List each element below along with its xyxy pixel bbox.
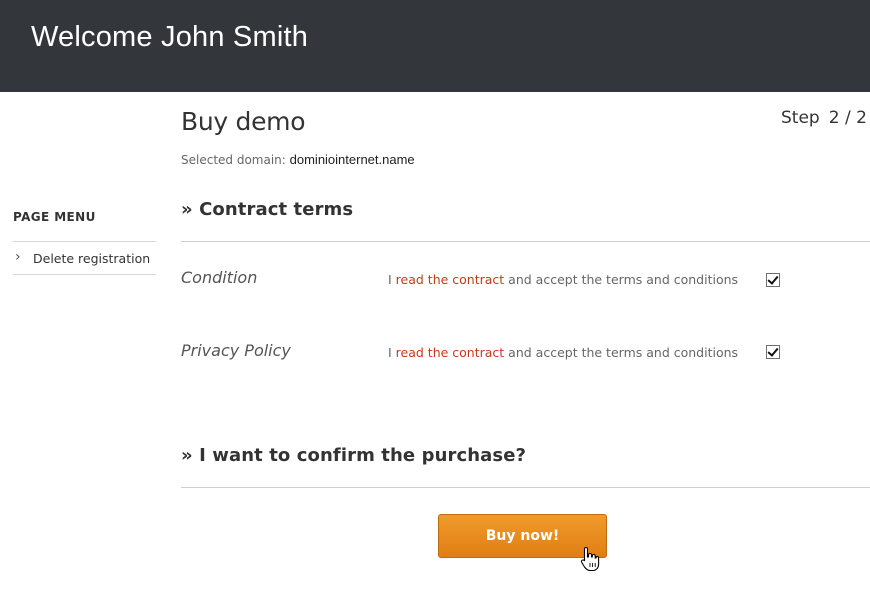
read-contract-link[interactable]: read the contract (396, 272, 505, 287)
welcome-title: Welcome John Smith (31, 21, 309, 53)
page-title: Buy demo (181, 107, 306, 136)
condition-acceptance-text: I read the contract and accept the terms… (388, 272, 738, 287)
privacy-acceptance-text: I read the contract and accept the terms… (388, 345, 738, 360)
selected-domain-label: Selected domain: (181, 153, 290, 167)
read-contract-link[interactable]: read the contract (396, 345, 505, 360)
section-divider (181, 241, 870, 242)
step-indicator: Step 2 / 2 (781, 108, 867, 128)
side-menu-item-label: Delete registration (33, 251, 151, 266)
hand-pointer-icon (580, 546, 600, 572)
chevron-right-icon: › (15, 249, 21, 265)
selected-domain-value: dominiointernet.name (289, 152, 415, 167)
page-menu-title: PAGE MENU (13, 210, 96, 224)
row-label-privacy-policy: Privacy Policy (181, 341, 291, 360)
step-value: 2 / 2 (828, 108, 867, 128)
acceptance-suffix: and accept the terms and conditions (504, 345, 739, 360)
side-menu-item-delete-registration[interactable]: › Delete registration (13, 241, 156, 274)
acceptance-prefix: I (388, 272, 396, 287)
section-divider (181, 487, 870, 488)
acceptance-prefix: I (388, 345, 396, 360)
side-menu-divider (13, 274, 156, 275)
acceptance-suffix: and accept the terms and conditions (504, 272, 739, 287)
row-label-condition: Condition (181, 268, 258, 287)
section-title-confirm-purchase: » I want to confirm the purchase? (181, 445, 527, 466)
app-header: Welcome John Smith (0, 0, 870, 92)
selected-domain: Selected domain: dominiointernet.name (181, 152, 415, 167)
step-label: Step (781, 108, 820, 128)
privacy-policy-checkbox[interactable] (766, 345, 780, 359)
condition-checkbox[interactable] (766, 273, 780, 287)
section-title-contract-terms: » Contract terms (181, 199, 354, 220)
